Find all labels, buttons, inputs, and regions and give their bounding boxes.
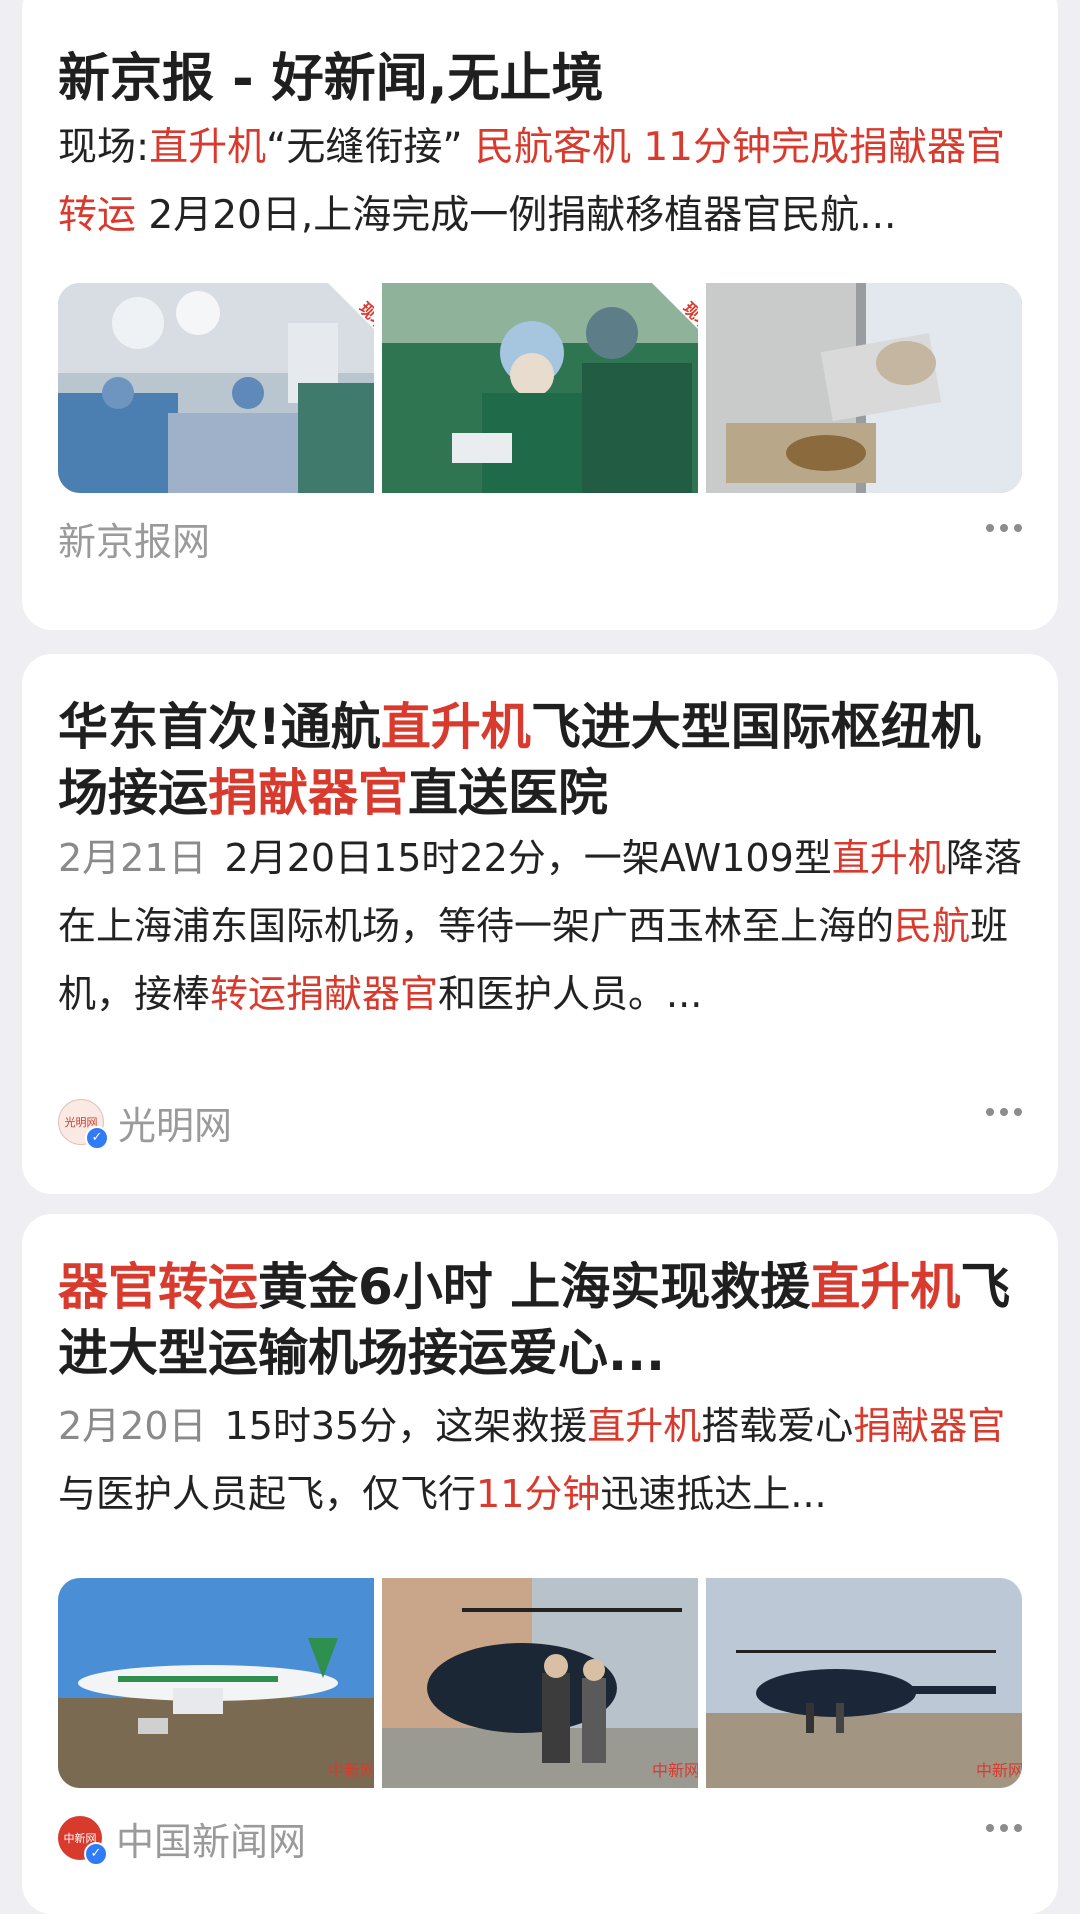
watermark-text: 中新网 — [652, 1761, 698, 1780]
card-title[interactable]: 新京报 - 好新闻,无止境 — [58, 46, 1022, 112]
watermark-text: 中新网 — [328, 1761, 374, 1780]
source-row: 中新网 ✓ 中国新闻网 — [58, 1808, 1022, 1868]
more-options-icon[interactable] — [986, 524, 1022, 532]
source-row: 光明网 ✓ 光明网 — [58, 1092, 1022, 1152]
card-snippet: 现场:直升机“无缝衔接” 民航客机 11分钟完成捐献器官转运 2月20日,上海完… — [58, 125, 1005, 238]
chinanews-logo-icon: 中新网 ✓ — [58, 1816, 108, 1866]
news-card-3[interactable]: 器官转运黄金6小时 上海实现救援直升机飞进大型运输机场接运爱心... 2月20日… — [22, 1214, 1058, 1914]
watermark-text: 中新网 — [976, 1761, 1022, 1780]
news-card-1[interactable]: 新京报 - 好新闻,无止境 现场:直升机“无缝衔接” 民航客机 11分钟完成捐献… — [22, 0, 1058, 630]
organ-tray-image[interactable] — [706, 283, 1022, 493]
helicopter-apron-image[interactable]: 中新网 — [706, 1578, 1022, 1788]
source-name[interactable]: 新京报网 — [58, 511, 210, 566]
publish-date: 2月21日 — [58, 836, 207, 880]
helicopter-boarding-image[interactable]: 中新网 — [382, 1578, 698, 1788]
source-name[interactable]: 中国新闻网 — [116, 1811, 306, 1866]
source-name[interactable]: 光明网 — [118, 1095, 232, 1150]
operating-room-image[interactable]: 现场 — [58, 283, 374, 493]
airliner-image[interactable]: 中新网 — [58, 1578, 374, 1788]
image-strip[interactable]: 中新网 中新网 中新网 — [58, 1578, 1022, 1788]
card-title[interactable]: 华东首次!通航直升机飞进大型国际枢纽机场接运捐献器官直送医院 — [58, 694, 1022, 826]
verified-icon: ✓ — [85, 1126, 109, 1150]
surgeons-image[interactable]: 现场 — [382, 283, 698, 493]
verified-icon: ✓ — [84, 1842, 108, 1866]
card-snippet: 2月21日 2月20日15时22分，一架AW109型直升机降落在上海浦东国际机场，… — [58, 836, 1022, 1016]
image-strip[interactable]: 现场 现场 — [58, 283, 1022, 493]
news-card-2[interactable]: 华东首次!通航直升机飞进大型国际枢纽机场接运捐献器官直送医院 2月21日 2月20… — [22, 654, 1058, 1194]
more-options-icon[interactable] — [986, 1108, 1022, 1116]
card-snippet: 2月20日 15时35分，这架救援直升机搭载爱心捐献器官与医护人员起飞，仅飞行11… — [58, 1404, 1006, 1516]
publish-date: 2月20日 — [58, 1404, 207, 1448]
guangming-logo-icon: 光明网 ✓ — [58, 1099, 109, 1150]
source-row: 新京报网 — [58, 508, 1022, 568]
card-title[interactable]: 器官转运黄金6小时 上海实现救援直升机飞进大型运输机场接运爱心... — [58, 1254, 1022, 1386]
more-options-icon[interactable] — [986, 1824, 1022, 1832]
